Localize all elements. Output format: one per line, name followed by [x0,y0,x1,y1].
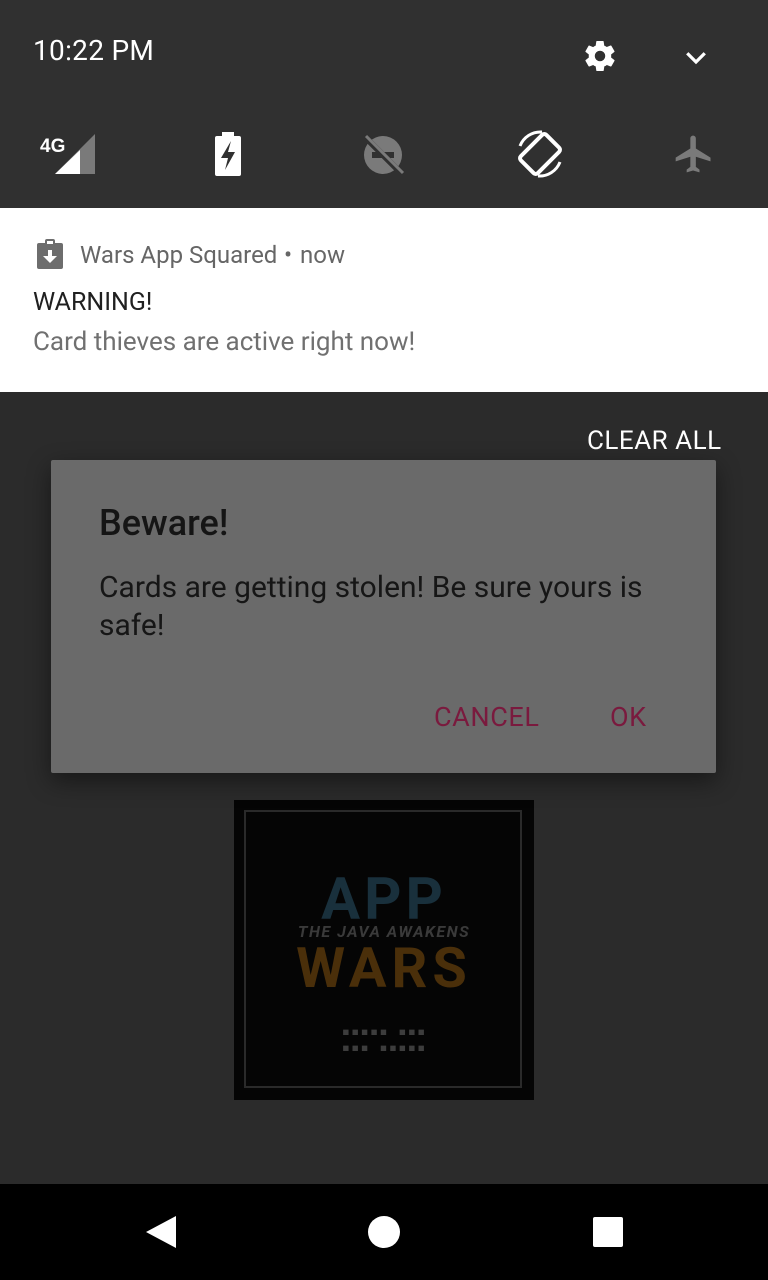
notification-title: WARNING! [33,288,153,317]
signal-4g-icon[interactable]: 4G [40,132,100,176]
battery-charging-icon[interactable] [212,132,244,176]
notification-separator: • [284,241,293,269]
recents-icon[interactable] [593,1217,623,1251]
ok-button[interactable]: OK [610,701,647,733]
dialog-title: Beware! [99,502,229,544]
auto-rotate-icon[interactable] [514,128,566,180]
notification-app-name: Wars App Squared [80,241,278,269]
clipboard-download-icon [36,239,64,273]
home-icon[interactable] [367,1215,401,1253]
dialog-message: Cards are getting stolen! Be sure yours … [99,570,643,643]
notification-text: Card thieves are active right now! [33,327,416,357]
clear-all-button[interactable]: CLEAR ALL [587,426,722,456]
poster-credits: ▪▪▪▪▪ ▪▪▪ ▪▪▪ ▪▪▪▪▪ [341,1024,427,1056]
gear-icon[interactable] [582,38,618,78]
airplane-mode-icon[interactable] [672,132,716,176]
status-time: 10:22 PM [33,34,155,67]
poster-title-wars: WARS [296,935,472,1001]
do-not-disturb-off-icon[interactable] [360,132,406,178]
chevron-down-icon[interactable] [680,42,712,76]
cancel-button[interactable]: CANCEL [434,701,540,733]
network-label: 4G [40,136,65,157]
notification-time: now [300,241,345,269]
back-icon[interactable] [144,1214,178,1254]
